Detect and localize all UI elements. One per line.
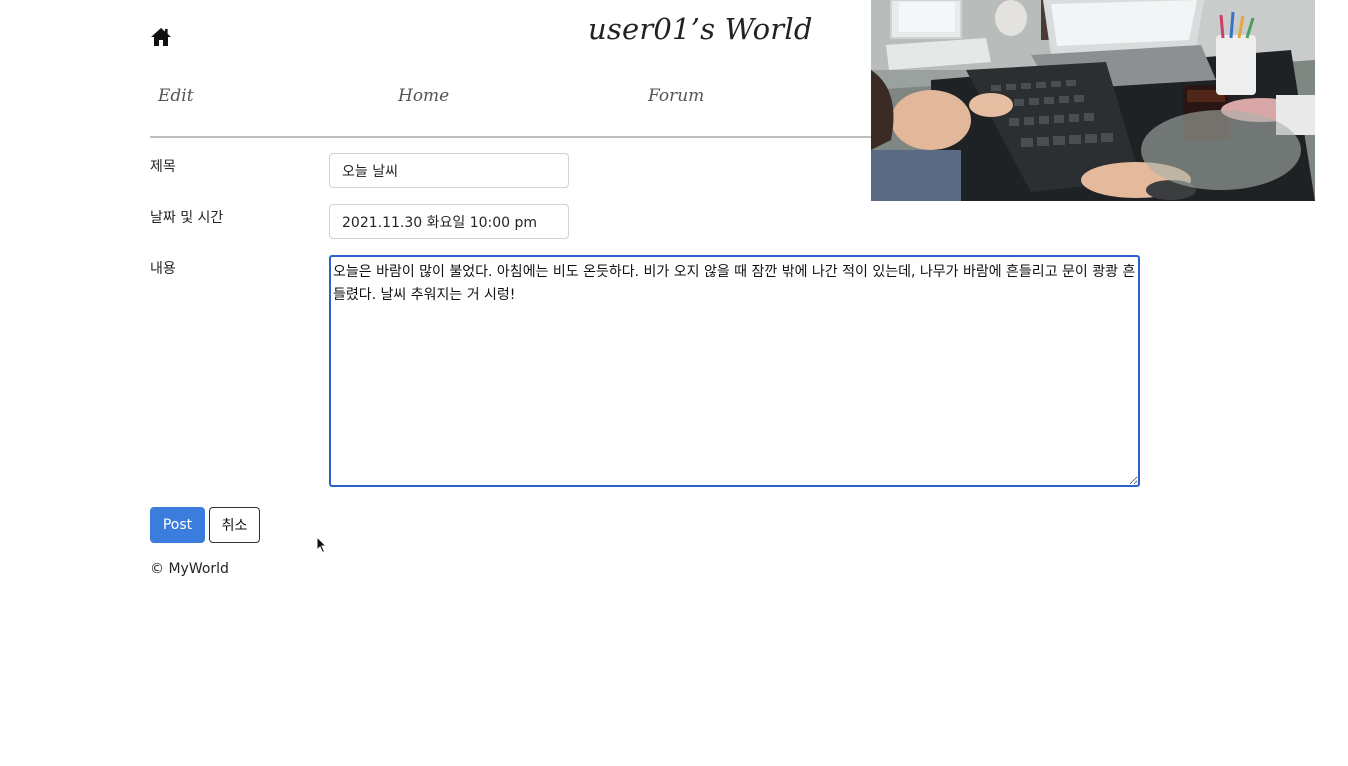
title-input[interactable] (329, 153, 569, 188)
home-icon[interactable] (150, 27, 172, 47)
datetime-input[interactable] (329, 204, 569, 239)
mouse-cursor-icon (316, 536, 328, 554)
site-title: user01’s World (588, 12, 813, 46)
datetime-label: 날짜 및 시간 (150, 210, 224, 226)
header-divider (150, 136, 872, 138)
nav-home[interactable]: Home (398, 86, 449, 106)
content-textarea[interactable]: 오늘은 바람이 많이 불었다. 아침에는 비도 온듯하다. 비가 오지 않을 때… (329, 255, 1140, 487)
post-button[interactable]: Post (150, 507, 205, 543)
nav-edit[interactable]: Edit (158, 86, 194, 106)
nav-forum[interactable]: Forum (648, 86, 704, 106)
page: user01’s World Edit Home Forum 제목 날짜 및 시… (0, 0, 1348, 766)
webcam-overlay (871, 0, 1315, 201)
title-label: 제목 (150, 159, 176, 175)
footer-copyright: © MyWorld (150, 561, 229, 577)
cancel-button[interactable]: 취소 (209, 507, 260, 543)
content-label: 내용 (150, 261, 176, 277)
